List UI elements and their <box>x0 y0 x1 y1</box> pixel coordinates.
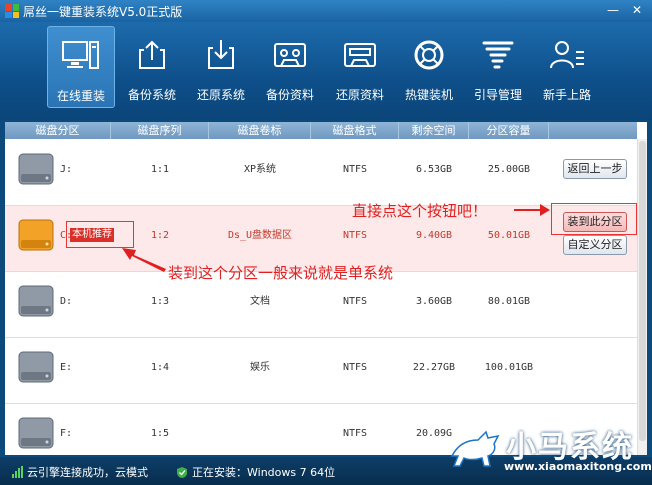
partition-size: 80.01GB <box>487 296 531 307</box>
partition-hint-annotation: 装到这个分区一般来说就是单系统 <box>168 264 394 282</box>
click-hint-annotation: 直接点这个按钮吧！ <box>352 202 488 220</box>
recommend-tag: 本机推荐 <box>70 228 114 242</box>
partition-format: NTFS <box>342 164 368 175</box>
title-bar: 屌丝一键重装系统V5.0正式版 — ✕ <box>0 0 652 22</box>
table-row[interactable]: E: 1:4 娱乐 NTFS 22.27GB 100.01GB <box>5 338 637 404</box>
monitor-icon <box>62 41 99 69</box>
watermark-url: www.xiaomaxitong.com <box>504 460 652 473</box>
tool-hotkey-install[interactable]: 热键装机 <box>395 26 463 108</box>
partition-seq: 1:4 <box>150 362 170 373</box>
tool-backup-data[interactable]: 备份资料 <box>256 26 324 108</box>
arrow-up-left-icon <box>122 248 166 272</box>
main-toolbar: 在线重装 备份系统 还原系统 备份资料 还原资料 热键装机 引导管理 新手上路 <box>0 22 652 120</box>
partition-table: 磁盘分区 磁盘序列 磁盘卷标 磁盘格式 剩余空间 分区容量 J: 1:1 XP系… <box>5 122 647 455</box>
hard-disk-icon <box>18 417 54 449</box>
col-header: 磁盘序列 <box>111 122 209 139</box>
tape-restore-icon <box>344 43 376 67</box>
back-button[interactable]: 返回上一步 <box>563 159 627 179</box>
partition-free: 6.53GB <box>415 164 453 175</box>
download-icon <box>208 40 234 69</box>
partition-format: NTFS <box>342 362 368 373</box>
partition-label: Ds_U盘数据区 <box>227 230 293 241</box>
col-header: 分区容量 <box>469 122 549 139</box>
tool-label: 新手上路 <box>542 88 591 102</box>
table-header: 磁盘分区 磁盘序列 磁盘卷标 磁盘格式 剩余空间 分区容量 <box>5 122 637 139</box>
window-title: 屌丝一键重装系统V5.0正式版 <box>23 4 183 19</box>
col-header: 磁盘格式 <box>311 122 399 139</box>
partition-letter: D: <box>60 296 73 307</box>
app-logo-icon <box>5 4 19 18</box>
install-status-text: 正在安装：Windows 7 64位 <box>192 466 336 479</box>
upload-icon <box>139 40 165 69</box>
tool-beginner-guide[interactable]: 新手上路 <box>533 26 601 108</box>
shield-check-icon <box>177 466 187 478</box>
tool-label: 备份资料 <box>265 88 314 102</box>
vertical-scrollbar[interactable] <box>637 139 647 455</box>
close-button[interactable]: ✕ <box>628 2 646 18</box>
signal-icon <box>12 466 23 478</box>
partition-label <box>209 404 311 455</box>
tool-boot-manager[interactable]: 引导管理 <box>464 26 532 108</box>
custom-partition-button[interactable]: 自定义分区 <box>563 235 627 255</box>
arrow-right-icon <box>514 204 550 216</box>
tool-label: 热键装机 <box>404 88 453 102</box>
col-header: 磁盘卷标 <box>209 122 311 139</box>
tool-label: 还原资料 <box>335 88 384 102</box>
minimize-button[interactable]: — <box>604 2 622 18</box>
tool-label: 还原系统 <box>196 88 245 102</box>
partition-seq: 1:1 <box>150 164 170 175</box>
lifebuoy-icon <box>414 40 444 70</box>
user-guide-icon <box>550 41 584 69</box>
table-row[interactable]: J: 1:1 XP系统 NTFS 6.53GB 25.00GB <box>5 140 637 206</box>
hard-disk-icon <box>18 153 54 185</box>
partition-free: 3.60GB <box>415 296 453 307</box>
tape-icon <box>274 43 306 67</box>
partition-format: NTFS <box>342 428 368 439</box>
tool-backup-system[interactable]: 备份系统 <box>118 26 186 108</box>
tool-label: 引导管理 <box>473 88 522 102</box>
install-button-highlight-box <box>551 203 637 235</box>
watermark: 小马系统 www.xiaomaxitong.com <box>446 420 652 485</box>
partition-label: XP系统 <box>243 164 277 175</box>
partition-label: 娱乐 <box>250 362 270 373</box>
partition-seq: 1:5 <box>150 428 170 439</box>
tornado-icon <box>482 41 514 69</box>
tool-restore-data[interactable]: 还原资料 <box>326 26 394 108</box>
partition-letter: J: <box>60 164 73 175</box>
scrollbar-thumb[interactable] <box>639 141 646 441</box>
hard-disk-icon <box>18 219 54 251</box>
col-header: 剩余空间 <box>399 122 469 139</box>
partition-size: 100.01GB <box>484 362 534 373</box>
tool-label: 备份系统 <box>127 88 176 102</box>
tool-online-reinstall[interactable]: 在线重装 <box>47 26 115 108</box>
partition-free: 22.27GB <box>412 362 456 373</box>
partition-letter: F: <box>60 428 73 439</box>
col-header: 磁盘分区 <box>5 122 111 139</box>
tool-restore-system[interactable]: 还原系统 <box>187 26 255 108</box>
hard-disk-icon <box>18 351 54 383</box>
partition-size: 25.00GB <box>487 164 531 175</box>
col-header-blank <box>549 122 637 139</box>
horse-logo-icon <box>450 430 500 467</box>
partition-letter: E: <box>60 362 73 373</box>
hard-disk-icon <box>18 285 54 317</box>
tool-label: 在线重装 <box>56 89 105 103</box>
cloud-status-text: 云引擎连接成功，云模式 <box>27 466 148 479</box>
